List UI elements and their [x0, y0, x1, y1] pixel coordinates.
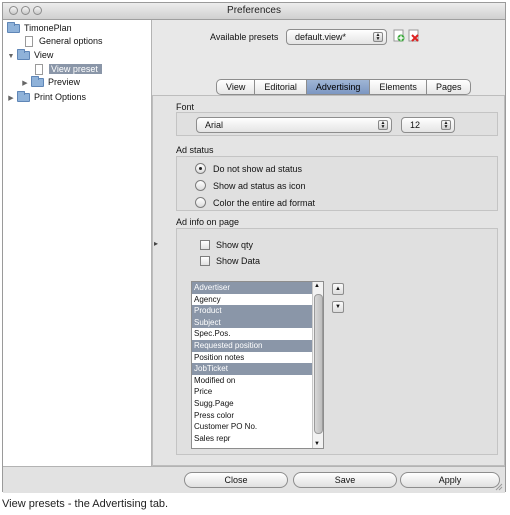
splitter-handle-icon[interactable]: ▸: [154, 239, 158, 248]
list-item[interactable]: JobTicket: [192, 363, 312, 375]
sidebar-item-view[interactable]: ▼ View: [7, 49, 53, 61]
resize-grip-icon[interactable]: [495, 483, 503, 491]
popup-arrows-icon: ▲ ▼: [373, 32, 383, 42]
folder-icon: [17, 49, 30, 61]
list-item[interactable]: Sales repr: [192, 433, 312, 445]
delete-preset-icon[interactable]: [408, 29, 420, 43]
font-label: Font: [176, 102, 195, 112]
ad-status-label: Ad status: [176, 145, 214, 155]
font-group: Arial ▲ ▼ 12 ▲ ▼: [176, 112, 498, 136]
figure-caption: View presets - the Advertising tab.: [2, 498, 169, 510]
document-icon: [25, 36, 33, 48]
list-item[interactable]: Spec.Pos.: [192, 328, 312, 340]
save-button[interactable]: Save: [293, 472, 397, 488]
main-panel: Available presets default.view* ▲ ▼ View …: [152, 20, 505, 466]
tree-root[interactable]: TimonePlan: [7, 22, 72, 34]
list-item[interactable]: Sugg.Page: [192, 398, 312, 410]
list-item[interactable]: Product: [192, 305, 312, 317]
window-title: Preferences: [227, 5, 281, 16]
list-item[interactable]: Modified on: [192, 375, 312, 387]
close-button[interactable]: Close: [184, 472, 288, 488]
ad-fields-list[interactable]: Advertiser Agency Product Subject Spec.Pos. R…: [191, 281, 324, 449]
font-family-select[interactable]: Arial ▲ ▼: [196, 117, 392, 133]
disclosure-closed-icon[interactable]: ▶: [21, 78, 29, 90]
list-item[interactable]: Price: [192, 386, 312, 398]
tab-bar: View Editorial Advertising Elements Page…: [216, 79, 472, 95]
tab-elements[interactable]: Elements: [370, 79, 427, 95]
radio-label: Show ad status as icon: [213, 181, 306, 191]
presets-label: Available presets: [210, 32, 279, 42]
show-qty-checkbox[interactable]: [200, 240, 210, 250]
font-family-value: Arial: [205, 120, 224, 130]
scroll-up-icon[interactable]: ▲: [314, 283, 320, 289]
sidebar-item-print-options[interactable]: ▶ Print Options: [7, 91, 86, 103]
sidebar-item-label: General options: [39, 36, 103, 46]
add-preset-icon[interactable]: [393, 29, 405, 43]
ad-info-label: Ad info on page: [176, 217, 240, 227]
sidebar-item-general-options[interactable]: General options: [25, 35, 103, 48]
list-item[interactable]: Press color: [192, 410, 312, 422]
sidebar-item-label: Print Options: [34, 92, 87, 102]
font-size-select[interactable]: 12 ▲ ▼: [401, 117, 455, 133]
document-icon: [35, 64, 43, 76]
disclosure-open-icon[interactable]: ▼: [7, 51, 15, 63]
checkbox-label: Show qty: [216, 240, 254, 250]
preferences-window: Preferences TimonePlan General options ▼…: [2, 2, 506, 493]
list-item[interactable]: Position notes: [192, 352, 312, 364]
folder-icon: [31, 76, 44, 88]
sidebar-item-label: View preset: [49, 64, 102, 74]
presets-value: default.view*: [295, 32, 347, 42]
move-down-button[interactable]: ▼: [332, 301, 344, 313]
scroll-thumb[interactable]: [314, 294, 323, 434]
radio-label: Color the entire ad format: [213, 198, 316, 208]
tab-advertising[interactable]: Advertising: [306, 79, 371, 95]
move-up-button[interactable]: ▲: [332, 283, 344, 295]
title-bar: Preferences: [3, 3, 505, 20]
sidebar-item-view-preset[interactable]: View preset: [35, 63, 102, 76]
folder-icon: [17, 91, 30, 103]
radio-show-as-icon[interactable]: [195, 180, 206, 191]
tab-editorial[interactable]: Editorial: [255, 79, 307, 95]
radio-label: Do not show ad status: [213, 164, 303, 174]
font-size-value: 12: [410, 120, 421, 130]
folder-icon: [7, 22, 20, 34]
popup-arrows-icon: ▲ ▼: [441, 120, 451, 130]
list-item[interactable]: Requested position: [192, 339, 312, 352]
button-bar: Close Save Apply: [3, 466, 505, 493]
sidebar-item-preview[interactable]: ▶ Preview: [21, 76, 80, 88]
tab-view[interactable]: View: [216, 79, 256, 95]
ad-info-group: Show qty Show Data Advertiser Agency Produ…: [176, 228, 498, 455]
list-item[interactable]: Advertiser: [192, 282, 312, 294]
show-data-checkbox[interactable]: [200, 256, 210, 266]
sidebar-item-label: Preview: [48, 77, 81, 87]
list-item[interactable]: Customer PO No.: [192, 421, 312, 433]
disclosure-closed-icon[interactable]: ▶: [7, 93, 15, 105]
radio-do-not-show[interactable]: [195, 163, 206, 174]
radio-color-entire[interactable]: [195, 197, 206, 208]
ad-status-group: Do not show ad status Show ad status as …: [176, 156, 498, 211]
list-scrollbar[interactable]: ▲ ▼: [312, 282, 323, 448]
sidebar-item-label: View: [34, 50, 54, 60]
scroll-down-icon[interactable]: ▼: [314, 441, 320, 447]
list-item[interactable]: Agency: [192, 294, 312, 306]
apply-button[interactable]: Apply: [400, 472, 500, 488]
sidebar-tree: TimonePlan General options ▼ View View pr…: [3, 20, 152, 466]
tree-root-label: TimonePlan: [24, 23, 72, 33]
presets-select[interactable]: default.view* ▲ ▼: [286, 29, 387, 45]
checkbox-label: Show Data: [216, 256, 261, 266]
popup-arrows-icon: ▲ ▼: [378, 120, 388, 130]
tab-pages[interactable]: Pages: [426, 79, 472, 95]
list-item[interactable]: Subject: [192, 316, 312, 329]
